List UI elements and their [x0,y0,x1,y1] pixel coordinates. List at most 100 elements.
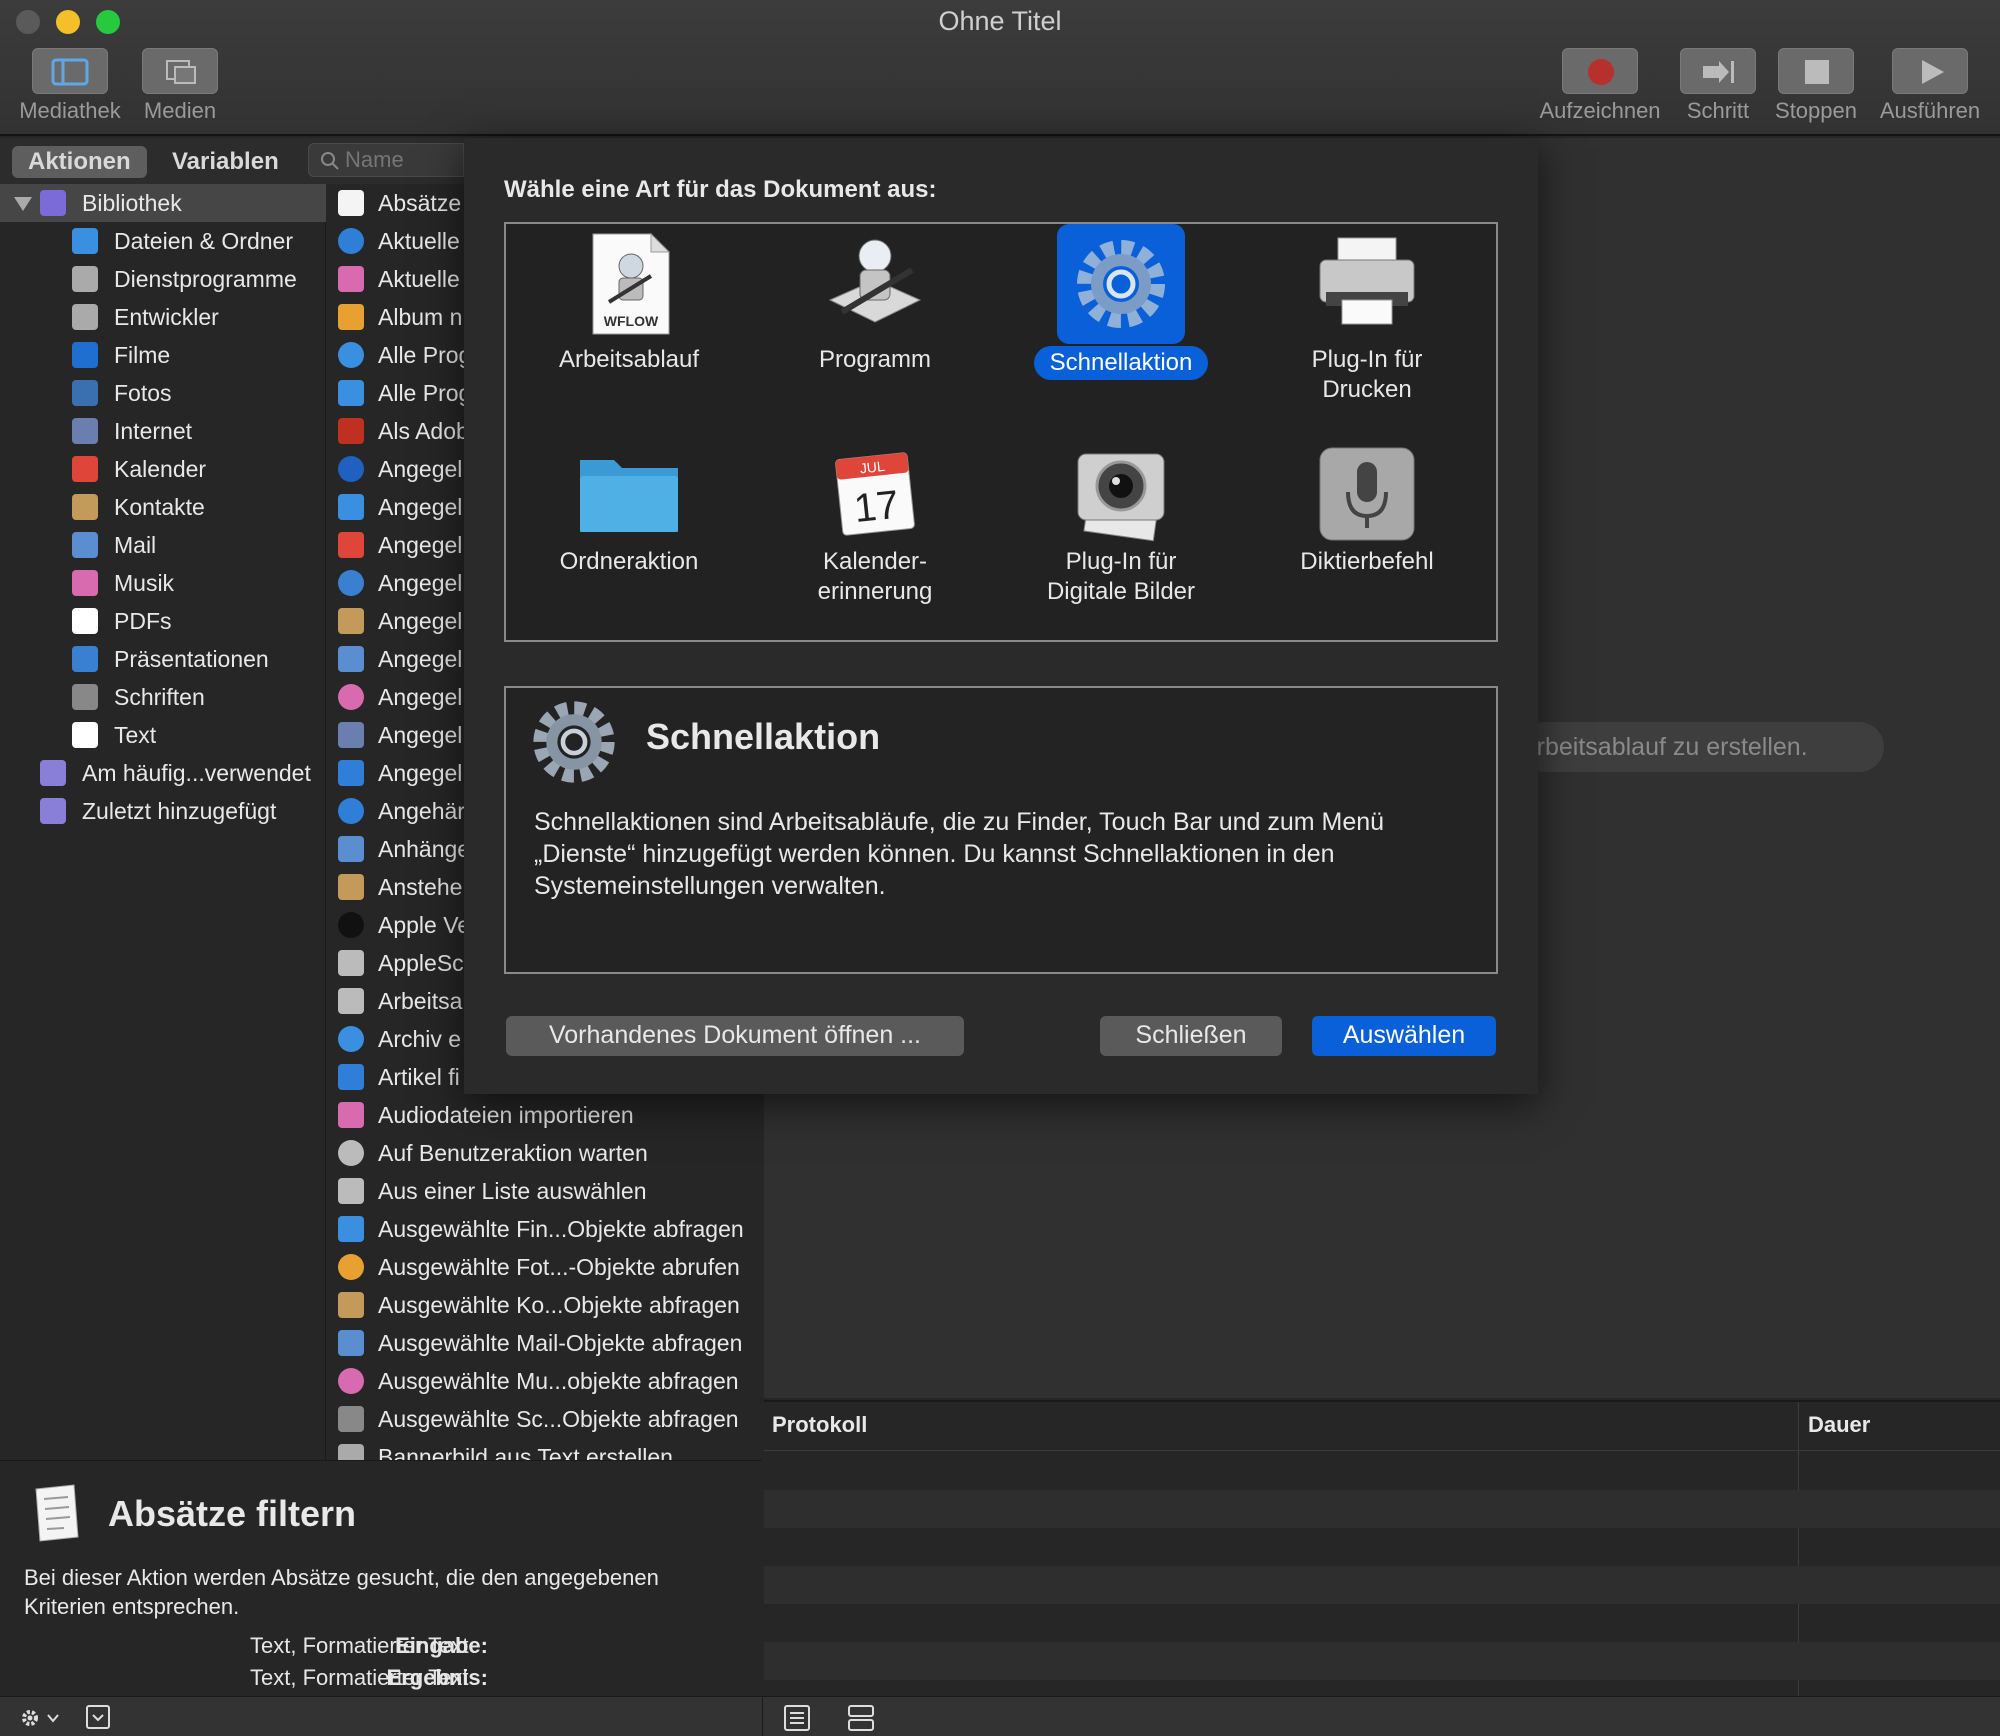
action-item[interactable]: Angegel [328,564,464,602]
log-column-protocol[interactable]: Protokoll [772,1412,867,1438]
action-item[interactable]: Aus einer Liste auswählen [328,1172,762,1210]
action-item[interactable]: Archiv e [328,1020,464,1058]
action-item-label: Angehär [378,798,464,824]
action-item[interactable]: Arbeitsa [328,982,464,1020]
library-item[interactable]: Dienstprogramme [0,260,326,298]
close-button[interactable]: Schließen [1100,1016,1282,1056]
gear-menu-icon[interactable] [18,1705,62,1731]
tab-variables[interactable]: Variablen [156,146,295,178]
log-view-icon[interactable] [782,1703,812,1733]
library-item[interactable]: Kontakte [0,488,326,526]
action-item[interactable]: Als Adob [328,412,464,450]
action-item[interactable]: Artikel fi [328,1058,464,1096]
search-field[interactable] [308,143,464,177]
action-item[interactable]: AppleSc [328,944,464,982]
library-item[interactable]: Internet [0,412,326,450]
library-item[interactable]: Schriften [0,678,326,716]
action-item[interactable]: Angegel [328,754,464,792]
run-button[interactable] [1892,48,1968,94]
library-item[interactable]: Kalender [0,450,326,488]
library-item-label: Schriften [114,684,205,710]
search-input[interactable] [345,146,461,174]
action-item[interactable]: Auf Benutzeraktion warten [328,1134,762,1172]
action-item[interactable]: Angegel [328,450,464,488]
choose-button[interactable]: Auswählen [1312,1016,1496,1056]
action-item-label: Ausgewählte Mu...objekte abfragen [378,1368,739,1394]
log-column-duration[interactable]: Dauer [1808,1412,1870,1438]
action-icon [338,608,364,634]
folder-icon [580,460,678,532]
action-item[interactable]: Album n [328,298,464,336]
variables-view-icon[interactable] [846,1703,876,1733]
library-item[interactable]: PDFs [0,602,326,640]
action-item[interactable]: Absätze [328,184,464,222]
record-button[interactable] [1562,48,1638,94]
action-info-panel: Absätze filtern Bei dieser Aktion werden… [0,1460,762,1696]
library-item[interactable]: Filme [0,336,326,374]
info-toggle-icon[interactable] [84,1703,112,1731]
action-icon [338,1406,364,1432]
description-text: Schnellaktionen sind Arbeitsabläufe, die… [534,808,1385,900]
action-item[interactable]: Angegel [328,602,464,640]
library-item-label: Präsentationen [114,646,269,672]
library-item[interactable]: Zuletzt hinzugefügt [0,792,326,830]
type-label-line1: Arbeitsablauf [558,346,700,373]
action-item[interactable]: Alle Prog [328,374,464,412]
action-item[interactable]: Angegel [328,716,464,754]
action-item[interactable]: Bannerbild aus Text erstellen [328,1438,762,1460]
action-item[interactable]: Apple Ve [328,906,464,944]
action-icon [338,1330,364,1356]
action-item[interactable]: Angegel [328,526,464,564]
calendar-month: JUL [859,458,886,477]
action-icon [338,722,364,748]
action-item-label: Ausgewählte Fot...-Objekte abrufen [378,1254,740,1280]
action-icon [338,418,364,444]
library-item[interactable]: Präsentationen [0,640,326,678]
type-quick-action[interactable]: Schnellaktion [998,224,1244,380]
action-item[interactable]: Angegel [328,678,464,716]
type-print-plugin[interactable]: Plug-In für Drucken [1244,230,1490,405]
action-item[interactable]: Ausgewählte Fin...Objekte abfragen [328,1210,762,1248]
type-dictation-command[interactable]: Diktierbefehl [1244,446,1490,577]
action-item[interactable]: Ausgewählte Ko...Objekte abfragen [328,1286,762,1324]
library-item[interactable]: Text [0,716,326,754]
type-folder-action[interactable]: Ordneraktion [506,446,752,577]
action-item[interactable]: Anhänge [328,830,464,868]
library-item[interactable]: Musik [0,564,326,602]
action-item[interactable]: Ausgewählte Sc...Objekte abfragen [328,1400,762,1438]
type-application[interactable]: Programm [752,230,998,375]
library-item-label: PDFs [114,608,172,634]
action-item[interactable]: Ausgewählte Fot...-Objekte abrufen [328,1248,762,1286]
action-item[interactable]: Aktuelle [328,260,464,298]
action-item[interactable]: Angegel [328,640,464,678]
type-image-capture-plugin[interactable]: Plug-In für Digitale Bilder [998,446,1244,607]
action-item[interactable]: Anstehe [328,868,464,906]
disclosure-triangle-icon[interactable] [14,197,32,211]
action-item[interactable]: Angegel [328,488,464,526]
step-button[interactable] [1680,48,1756,94]
stop-button[interactable] [1778,48,1854,94]
tab-actions[interactable]: Aktionen [12,146,147,178]
action-item[interactable]: Ausgewählte Mu...objekte abfragen [328,1362,762,1400]
library-item[interactable]: Fotos [0,374,326,412]
library-item[interactable]: Bibliothek [0,184,326,222]
action-item[interactable]: Audiodateien importieren [328,1096,762,1134]
library-item[interactable]: Entwickler [0,298,326,336]
action-item[interactable]: Aktuelle [328,222,464,260]
action-item[interactable]: Alle Prog [328,336,464,374]
type-calendar-alarm[interactable]: JUL 17 Kalender-erinnerung [752,446,998,607]
action-item-label: Alle Prog [378,342,464,368]
media-button[interactable] [142,48,218,94]
library-item[interactable]: Dateien & Ordner [0,222,326,260]
library-item[interactable]: Mail [0,526,326,564]
action-item-label: Ausgewählte Fin...Objekte abfragen [378,1216,744,1242]
library-item[interactable]: Am häufig...verwendet [0,754,326,792]
library-toggle-button[interactable] [32,48,108,94]
type-workflow[interactable]: WFLOW Arbeitsablauf [506,230,752,375]
action-item-label: Bannerbild aus Text erstellen [378,1444,673,1460]
action-item-label: Angegel [378,760,463,786]
action-item[interactable]: Ausgewählte Mail-Objekte abfragen [328,1324,762,1362]
open-existing-document-button[interactable]: Vorhandenes Dokument öffnen ... [506,1016,964,1056]
action-item[interactable]: Angehär [328,792,464,830]
library-item-label: Kontakte [114,494,205,520]
